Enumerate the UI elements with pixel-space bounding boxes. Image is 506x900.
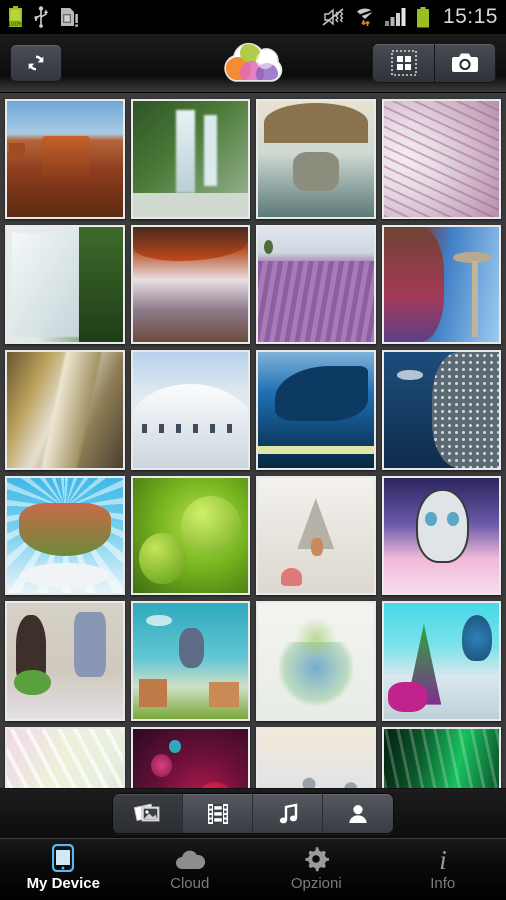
golden-metal-curves	[7, 351, 123, 468]
status-icons-right: 15:15	[321, 5, 498, 29]
photo-thumbnail[interactable]	[130, 99, 250, 219]
cascading-waterfall	[7, 226, 123, 342]
photo-thumbnail[interactable]	[381, 350, 501, 470]
psychedelic-forest	[383, 603, 499, 719]
photo-thumbnail[interactable]	[381, 224, 501, 344]
action-bar-right	[372, 43, 496, 83]
space-needle-museum	[383, 226, 499, 342]
nav-item-label: Info	[430, 874, 456, 892]
nav-item-label: Opzioni	[290, 874, 342, 892]
battery-icon: 100%	[8, 6, 23, 28]
photo-thumbnail[interactable]	[256, 601, 376, 721]
mesa-arch-canyon	[132, 226, 248, 342]
photo-thumbnail[interactable]	[256, 99, 376, 219]
nav-item-my-device[interactable]: My Device	[0, 839, 127, 900]
status-icons-left: 100%	[8, 6, 79, 28]
photo-thumbnail[interactable]	[381, 99, 501, 219]
film-icon	[207, 803, 228, 824]
forest-waterfall	[132, 101, 248, 217]
coastal-pine-tree	[258, 101, 374, 217]
green-macro-buds	[132, 477, 248, 593]
sync-icon	[28, 55, 44, 71]
photo-thumbnail[interactable]	[5, 224, 125, 344]
info-icon: i	[434, 845, 452, 872]
nav-item-label: Cloud	[170, 874, 210, 892]
lavender-field	[258, 226, 374, 342]
photo-thumbnail[interactable]	[130, 224, 250, 344]
svg-text:100%: 100%	[8, 22, 23, 28]
grey-floral-vines	[258, 728, 374, 788]
photos-tab[interactable]	[113, 794, 183, 833]
status-clock: 15:15	[442, 5, 498, 28]
blue-architecture	[258, 352, 374, 468]
photo-thumbnail[interactable]	[256, 726, 376, 788]
music-tab[interactable]	[253, 794, 323, 833]
photos-icon	[133, 803, 159, 821]
photo-thumbnail[interactable]	[5, 99, 125, 219]
kawaii-bear-character	[383, 477, 499, 593]
photo-thumbnail[interactable]	[130, 475, 250, 595]
green-feather-abstract	[383, 728, 499, 788]
nav-item-opzioni[interactable]: Opzioni	[253, 839, 380, 900]
flying-figure-village	[132, 603, 248, 719]
cloud-icon	[175, 848, 205, 872]
pastel-light-streaks	[7, 728, 123, 788]
photo-thumbnail[interactable]	[256, 475, 376, 595]
photo-thumbnail[interactable]	[5, 726, 125, 788]
floating-fantasy-city	[7, 477, 123, 593]
gear-icon	[303, 846, 330, 872]
camera-icon	[452, 53, 478, 72]
photo-thumbnail[interactable]	[381, 726, 501, 788]
surreal-creature-parade	[7, 603, 123, 719]
nav-item-cloud[interactable]: Cloud	[127, 839, 254, 900]
contacts-tab[interactable]	[323, 794, 393, 833]
app-screen: 100% 15:15 My Device Cloud Opzioni i Inf…	[0, 0, 506, 900]
camera-button[interactable]	[434, 43, 496, 83]
photo-grid-area[interactable]	[0, 93, 506, 788]
nav-item-info[interactable]: i Info	[380, 839, 506, 900]
sync-button[interactable]	[10, 44, 62, 82]
nav-item-label: My Device	[26, 874, 100, 892]
cloud-logo[interactable]	[218, 40, 288, 86]
photo-thumbnail[interactable]	[130, 601, 250, 721]
wifi-transfer-icon	[354, 8, 376, 26]
videos-tab[interactable]	[183, 794, 253, 833]
action-bar	[0, 34, 506, 93]
magenta-bubbles-dark	[132, 728, 248, 788]
photo-thumbnail[interactable]	[5, 601, 125, 721]
bottom-nav: My Device Cloud Opzioni i Info	[0, 838, 506, 900]
signal-bars-icon	[384, 8, 406, 26]
media-type-segments	[112, 793, 394, 834]
photo-thumbnail[interactable]	[381, 601, 501, 721]
svg-text:i: i	[439, 845, 447, 872]
usb-icon	[34, 6, 48, 28]
monument-valley-butte	[7, 101, 123, 217]
cloud-logo-icon	[224, 42, 283, 82]
music-note-icon	[279, 803, 297, 823]
white-curved-building	[132, 352, 249, 468]
pastel-storybook-scene	[258, 477, 374, 593]
select-grid-button[interactable]	[372, 43, 434, 83]
mute-vibrate-icon	[322, 8, 344, 26]
sdcard-warning-icon	[61, 7, 78, 27]
photo-thumbnail[interactable]	[381, 475, 501, 595]
grid-select-icon	[390, 50, 417, 76]
photo-thumbnail[interactable]	[130, 726, 250, 788]
photo-thumbnail[interactable]	[256, 350, 376, 470]
phone-icon	[52, 843, 75, 872]
pink-fiber-burst	[383, 101, 499, 217]
media-type-bar	[0, 788, 506, 838]
photo-thumbnail[interactable]	[5, 350, 125, 470]
photo-grid	[5, 99, 501, 788]
bullring-mesh-facade	[383, 352, 499, 468]
status-bar: 100% 15:15	[0, 0, 506, 34]
photo-thumbnail[interactable]	[5, 475, 125, 595]
photo-thumbnail[interactable]	[256, 224, 376, 344]
photo-thumbnail[interactable]	[130, 350, 250, 470]
battery-status-icon	[416, 6, 429, 27]
watercolor-splash-art	[258, 603, 374, 719]
person-icon	[349, 804, 367, 823]
